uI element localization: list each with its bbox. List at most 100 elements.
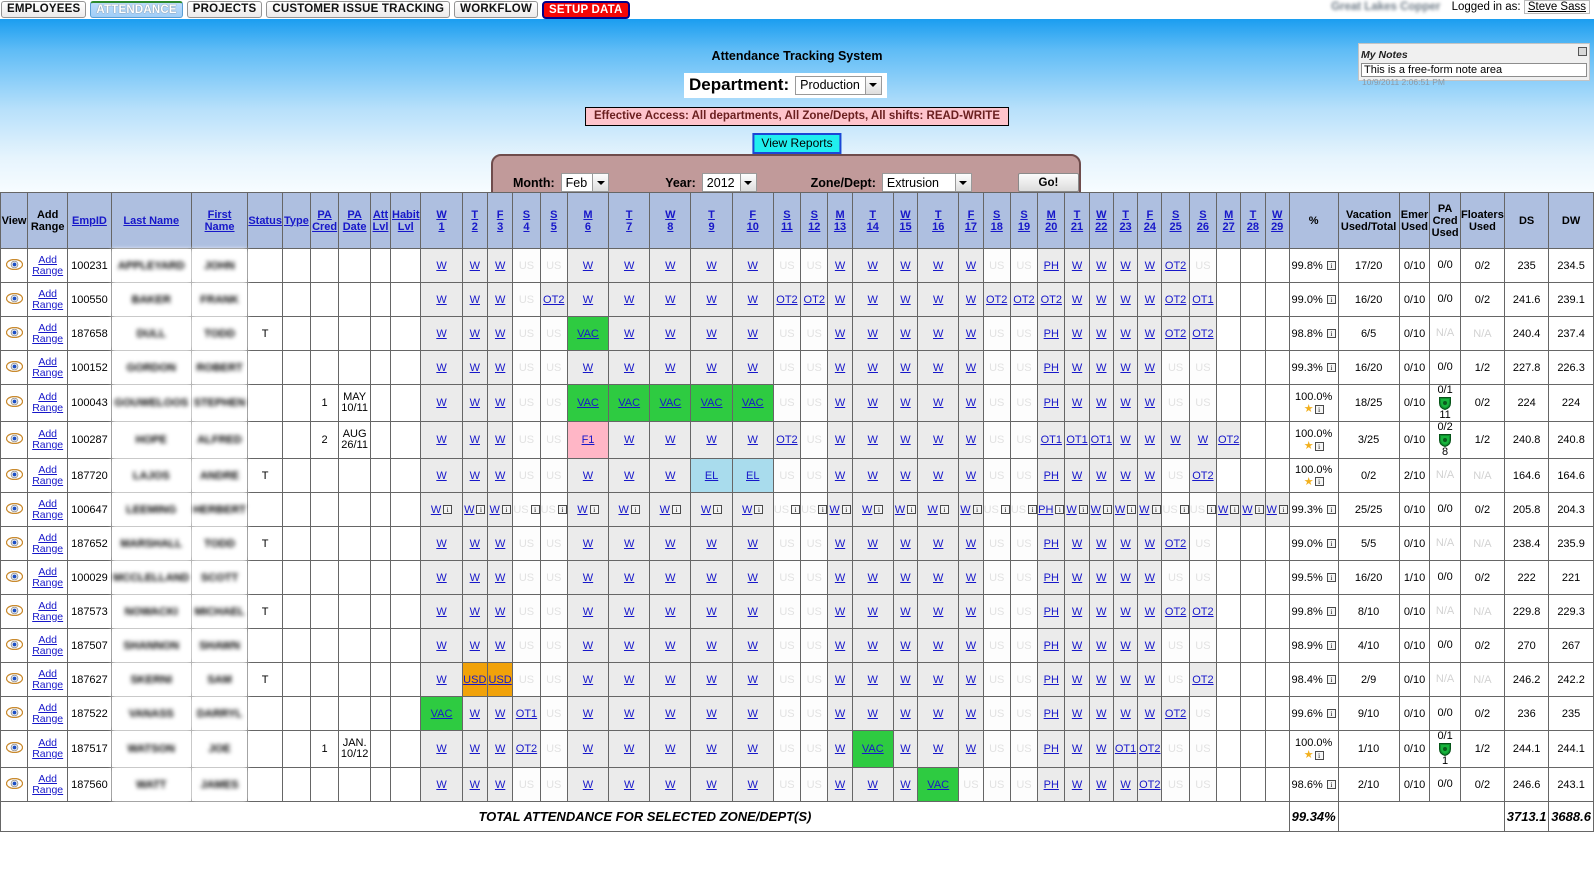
day-code[interactable]: W bbox=[470, 362, 480, 374]
day-code[interactable]: US bbox=[513, 504, 528, 516]
cell-day-25[interactable]: US i bbox=[1161, 492, 1190, 527]
day-code[interactable]: W bbox=[862, 504, 872, 516]
cell-day-10[interactable]: EL bbox=[731, 458, 774, 493]
cell-day-8[interactable]: W bbox=[649, 248, 692, 283]
cell-day-12[interactable]: US bbox=[800, 316, 829, 351]
day-code[interactable]: USD bbox=[463, 674, 486, 686]
add-range-label[interactable]: Add Range bbox=[32, 773, 63, 796]
day-code[interactable]: US bbox=[989, 743, 1004, 755]
cell-day-18[interactable]: US bbox=[982, 767, 1011, 802]
day-code[interactable]: US bbox=[1016, 538, 1031, 550]
cell-day-2[interactable]: W bbox=[461, 730, 488, 768]
day-code[interactable]: PH bbox=[1038, 504, 1053, 516]
day-code[interactable]: W bbox=[748, 362, 758, 374]
minimize-icon[interactable] bbox=[1578, 47, 1587, 56]
day-code[interactable]: VAC bbox=[577, 397, 599, 409]
day-code[interactable]: W bbox=[748, 708, 758, 720]
day-code[interactable]: W bbox=[966, 294, 976, 306]
cell-day-6[interactable]: W bbox=[566, 350, 610, 385]
cell-day-7[interactable]: W bbox=[608, 560, 651, 595]
day-code[interactable]: W bbox=[900, 397, 910, 409]
info-icon[interactable]: i bbox=[1254, 505, 1264, 514]
day-code[interactable]: W bbox=[436, 572, 446, 584]
cell-day-11[interactable]: US bbox=[772, 696, 802, 731]
cell-day-14[interactable]: Wi bbox=[851, 492, 894, 527]
add-range-label[interactable]: Add Range bbox=[32, 702, 63, 725]
cell-day-8[interactable]: W bbox=[649, 282, 692, 317]
view-employee-button[interactable] bbox=[0, 730, 29, 768]
day-code[interactable]: OT2 bbox=[1192, 328, 1213, 340]
cell-day-6[interactable]: W bbox=[566, 560, 610, 595]
cell-day-13[interactable]: W bbox=[827, 458, 853, 493]
day-code[interactable]: EL bbox=[746, 470, 759, 482]
cell-day-15[interactable]: W bbox=[892, 767, 919, 802]
day-code[interactable]: US bbox=[1168, 674, 1183, 686]
cell-day-23[interactable]: W bbox=[1112, 594, 1139, 629]
day-code[interactable]: W bbox=[431, 504, 441, 516]
day-code[interactable]: US bbox=[1195, 362, 1210, 374]
day-code[interactable]: W bbox=[966, 606, 976, 618]
day-code[interactable]: US bbox=[1016, 606, 1031, 618]
cell-day-25[interactable]: US bbox=[1161, 628, 1190, 663]
cell-day-14[interactable]: W bbox=[851, 526, 894, 561]
zone-dept-select[interactable]: Extrusion bbox=[881, 173, 972, 192]
day-code[interactable]: W bbox=[748, 328, 758, 340]
col-header-day-24[interactable]: F 24 bbox=[1137, 192, 1163, 249]
day-code[interactable]: W bbox=[436, 470, 446, 482]
day-code[interactable]: W bbox=[928, 504, 938, 516]
day-code[interactable]: W bbox=[1267, 504, 1277, 516]
cell-day-25[interactable]: US bbox=[1161, 560, 1190, 595]
day-code[interactable]: US bbox=[989, 328, 1004, 340]
cell-day-10[interactable]: W bbox=[731, 526, 774, 561]
cell-day-25[interactable]: OT2 bbox=[1161, 696, 1190, 731]
col-header-day-8[interactable]: W8 bbox=[649, 192, 692, 249]
cell-day-2[interactable]: W bbox=[461, 628, 488, 663]
cell-day-13[interactable]: W bbox=[827, 350, 853, 385]
day-code[interactable]: W bbox=[1096, 606, 1106, 618]
col-header-day-11[interactable]: S 11 bbox=[772, 192, 802, 249]
day-code[interactable]: W bbox=[1096, 294, 1106, 306]
col-header-day-26[interactable]: S 26 bbox=[1188, 192, 1218, 249]
month-select[interactable]: Feb bbox=[560, 173, 610, 192]
cell-day-10[interactable]: W bbox=[731, 662, 774, 697]
day-code[interactable]: W bbox=[1145, 640, 1155, 652]
cell-day-23[interactable]: W bbox=[1112, 696, 1139, 731]
cell-day-16[interactable]: W bbox=[917, 248, 960, 283]
day-code[interactable]: W bbox=[933, 674, 943, 686]
day-code[interactable]: W bbox=[624, 260, 634, 272]
day-code[interactable]: US bbox=[1190, 504, 1205, 516]
day-code[interactable]: PH bbox=[1044, 779, 1059, 791]
cell-day-6[interactable]: W bbox=[566, 594, 610, 629]
cell-day-11[interactable]: US bbox=[772, 560, 802, 595]
day-code[interactable]: US bbox=[541, 504, 556, 516]
cell-day-22[interactable]: W bbox=[1088, 730, 1114, 768]
cell-day-10[interactable]: W bbox=[731, 282, 774, 317]
cell-day-5[interactable]: US bbox=[539, 730, 568, 768]
day-code[interactable]: W bbox=[665, 538, 675, 550]
info-icon[interactable]: i bbox=[1326, 641, 1336, 651]
day-code[interactable]: W bbox=[868, 640, 878, 652]
cell-day-4[interactable]: US bbox=[512, 384, 541, 422]
day-code[interactable]: OT2 bbox=[1165, 328, 1186, 340]
day-code[interactable]: W bbox=[966, 260, 976, 272]
cell-day-5[interactable]: US bbox=[539, 316, 568, 351]
cell-day-24[interactable]: Wi bbox=[1137, 492, 1163, 527]
cell-day-11[interactable]: US bbox=[772, 350, 802, 385]
cell-day-18[interactable]: US i bbox=[982, 492, 1011, 527]
cell-day-26[interactable]: US bbox=[1188, 248, 1218, 283]
cell-day-8[interactable]: W bbox=[649, 767, 692, 802]
cell-day-16[interactable]: W bbox=[917, 421, 960, 459]
cell-day-7[interactable]: VAC bbox=[608, 384, 651, 422]
day-code[interactable]: W bbox=[1096, 328, 1106, 340]
day-code[interactable]: W bbox=[495, 260, 505, 272]
day-code[interactable]: PH bbox=[1044, 260, 1059, 272]
cell-day-10[interactable]: VAC bbox=[731, 384, 774, 422]
day-code[interactable]: W bbox=[1096, 743, 1106, 755]
cell-day-16[interactable]: W bbox=[917, 350, 960, 385]
cell-day-9[interactable]: W bbox=[690, 628, 733, 663]
cell-day-20[interactable]: OT2 bbox=[1037, 282, 1066, 317]
cell-day-23[interactable]: W bbox=[1112, 526, 1139, 561]
cell-day-23[interactable]: W bbox=[1112, 384, 1139, 422]
view-employee-button[interactable] bbox=[0, 767, 29, 802]
cell-day-24[interactable]: W bbox=[1137, 350, 1163, 385]
